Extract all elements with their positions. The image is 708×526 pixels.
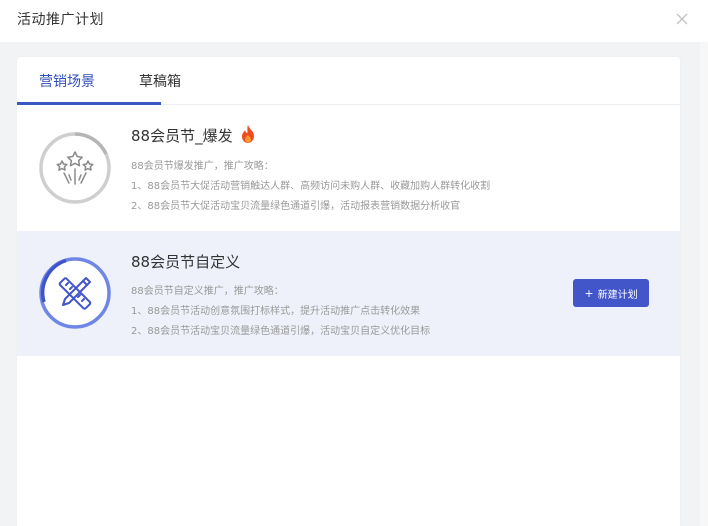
scene-panel: 营销场景 草稿箱 88会员节_爆发 88会员节爆发推广，推广攻略： 1、88会员… <box>17 57 680 526</box>
tab-drafts[interactable]: 草稿箱 <box>139 71 181 91</box>
scene-desc-heading: 88会员节自定义推广，推广攻略： <box>131 286 284 297</box>
dialog-title: 活动推广计划 <box>17 12 104 28</box>
scene-desc-heading: 88会员节爆发推广，推广攻略： <box>131 161 274 172</box>
scene-item-burst[interactable]: 88会员节_爆发 88会员节爆发推广，推广攻略： 1、88会员节大促活动营销触达… <box>17 106 680 231</box>
fire-badge <box>239 124 257 144</box>
scene-icon-container <box>38 131 112 205</box>
pencil-ruler-icon <box>39 257 111 329</box>
active-tab-indicator <box>17 102 161 105</box>
scrollbar-track[interactable] <box>700 42 708 526</box>
scene-item-custom[interactable]: 88会员节自定义 88会员节自定义推广，推广攻略： 1、88会员节活动创意氛围打… <box>17 231 680 356</box>
scene-desc-line: 1、88会员节大促活动营销触达人群、高频访问未购人群、收藏加购人群转化收割 <box>131 181 491 192</box>
dialog-header: 活动推广计划 <box>0 0 708 42</box>
new-plan-button[interactable]: + 新建计划 <box>573 279 649 307</box>
scene-icon-container <box>38 256 112 330</box>
new-plan-label: 新建计划 <box>597 289 638 301</box>
fireworks-icon <box>39 132 111 204</box>
close-button[interactable] <box>672 9 692 29</box>
plus-icon: + <box>584 286 594 300</box>
scene-title: 88会员节自定义 <box>131 253 241 271</box>
tab-bar: 营销场景 草稿箱 <box>17 57 680 105</box>
scene-desc-line: 2、88会员节大促活动宝贝流量绿色通道引爆，活动报表营销数据分析收官 <box>131 201 461 212</box>
scene-desc-line: 1、88会员节活动创意氛围打标样式，提升活动推广点击转化效果 <box>131 306 421 317</box>
close-icon <box>676 13 688 25</box>
scene-desc-line: 2、88会员节活动宝贝流量绿色通道引爆，活动宝贝自定义优化目标 <box>131 326 431 337</box>
tab-marketing-scenes[interactable]: 营销场景 <box>39 71 95 91</box>
scene-title: 88会员节_爆发 <box>131 127 233 145</box>
fire-icon <box>242 125 254 143</box>
